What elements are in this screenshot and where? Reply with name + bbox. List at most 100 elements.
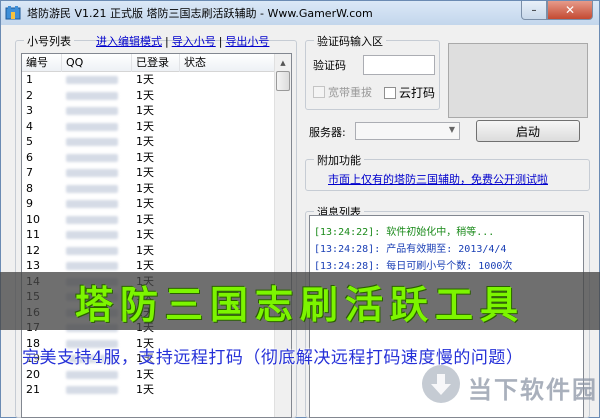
cell-no: 6 (26, 150, 33, 164)
column-header-no[interactable]: 编号 (22, 54, 62, 72)
checkbox-box (384, 86, 396, 99)
app-icon (5, 6, 21, 20)
cloud-captcha-label: 云打码 (399, 86, 436, 100)
message-line: [13:24:28]: 每日可刷小号个数: 1000次 (314, 261, 513, 272)
cell-qq (62, 196, 132, 212)
table-row[interactable]: 3 1天 (22, 103, 291, 119)
scroll-up-arrow-icon[interactable]: ▲ (275, 54, 291, 71)
server-select[interactable]: ▼ (355, 122, 460, 140)
table-row[interactable]: 6 1天 (22, 150, 291, 166)
edit-mode-link[interactable]: 进入编辑模式 (96, 35, 162, 48)
close-button[interactable]: ✕ (547, 1, 593, 20)
cell-no: 10 (26, 212, 40, 226)
cell-logged: 1天 (136, 73, 154, 86)
qq-redacted (66, 122, 118, 131)
cell-status (180, 196, 276, 212)
cell-logged: 1天 (136, 135, 154, 148)
cell-qq (62, 181, 132, 197)
qq-redacted (66, 370, 118, 379)
cell-status (180, 382, 276, 398)
wide-redial-label: 宽带重拔 (328, 86, 372, 99)
cell-no: 5 (26, 135, 33, 148)
title-bar[interactable]: 塔防游民 V1.21 正式版 塔防三国志刷活跃辅助 - Www.GamerW.c… (1, 1, 599, 25)
link-separator: | (218, 35, 223, 48)
minimize-button[interactable]: – (521, 1, 547, 20)
cell-qq (62, 103, 132, 119)
cell-logged: 1天 (136, 212, 154, 226)
window-title: 塔防游民 V1.21 正式版 塔防三国志刷活跃辅助 - Www.GamerW.c… (27, 7, 373, 20)
cell-status (180, 227, 276, 243)
table-row[interactable]: 2 1天 (22, 88, 291, 104)
column-header-qq[interactable]: QQ (62, 54, 132, 72)
table-row[interactable]: 8 1天 (22, 181, 291, 197)
cell-status (180, 212, 276, 228)
account-list-links: 进入编辑模式 | 导入小号 | 导出小号 (96, 33, 269, 49)
cell-qq (62, 227, 132, 243)
addon-group-title: 附加功能 (314, 152, 364, 168)
table-row[interactable]: 1 1天 (22, 72, 291, 88)
promo-banner: 塔防三国志刷活跃工具 (0, 272, 600, 330)
cell-no: 9 (26, 197, 33, 210)
cell-status (180, 243, 276, 259)
message-line: [13:24:22]: 软件初始化中，稍等... (314, 227, 495, 238)
cell-no: 4 (26, 119, 33, 133)
captcha-image (448, 43, 588, 118)
cell-status (180, 103, 276, 119)
table-row[interactable]: 10 1天 (22, 212, 291, 228)
column-header-status[interactable]: 状态 (180, 54, 276, 72)
chevron-down-icon: ▼ (448, 125, 455, 134)
message-line: [13:24:28]: 产品有效期至: 2013/4/4 (314, 244, 507, 255)
qq-redacted (66, 107, 118, 115)
table-row[interactable]: 20 1天 (22, 367, 291, 383)
qq-redacted (66, 215, 118, 224)
captcha-label: 验证码 (313, 59, 346, 72)
cell-no: 7 (26, 166, 33, 179)
scroll-thumb[interactable] (276, 71, 290, 91)
import-accounts-link[interactable]: 导入小号 (172, 35, 216, 48)
table-row[interactable]: 11 1天 (22, 227, 291, 243)
start-button[interactable]: 启动 (476, 120, 580, 142)
table-row[interactable]: 7 1天 (22, 165, 291, 181)
cell-status (180, 119, 276, 135)
qq-redacted (66, 91, 118, 100)
cell-status (180, 134, 276, 150)
cell-logged: 1天 (136, 166, 154, 179)
cell-qq (62, 382, 132, 398)
table-row[interactable]: 12 1天 (22, 243, 291, 259)
qq-redacted (66, 200, 118, 208)
cell-no: 3 (26, 104, 33, 117)
cell-logged: 1天 (136, 367, 154, 381)
checkbox-box (313, 86, 325, 98)
table-row[interactable]: 4 1天 (22, 119, 291, 135)
cell-status (180, 181, 276, 197)
cell-logged: 1天 (136, 150, 154, 164)
cell-qq (62, 367, 132, 383)
wide-redial-checkbox[interactable]: 宽带重拔 (313, 84, 372, 100)
table-row[interactable]: 9 1天 (22, 196, 291, 212)
link-separator: | (165, 35, 169, 48)
cell-status (180, 367, 276, 383)
table-row[interactable]: 5 1天 (22, 134, 291, 150)
table-row[interactable]: 21 1天 (22, 382, 291, 398)
promo-link[interactable]: 市面上仅有的塔防三国辅助，免费公开测试啦 (328, 171, 548, 187)
server-label: 服务器: (309, 126, 346, 139)
qq-redacted (66, 231, 118, 239)
qq-redacted (66, 246, 118, 255)
cell-qq (62, 72, 132, 88)
cell-logged: 1天 (136, 197, 154, 210)
cell-qq (62, 88, 132, 104)
cell-logged: 1天 (136, 104, 154, 117)
cloud-captcha-checkbox[interactable]: 云打码 (384, 84, 435, 101)
cell-logged: 1天 (136, 119, 154, 133)
qq-redacted (66, 386, 118, 394)
cell-status (180, 88, 276, 104)
cell-no: 20 (26, 367, 40, 381)
cell-logged: 1天 (136, 181, 154, 195)
table-header: 编号 QQ 已登录 状态 (22, 54, 291, 72)
column-header-logged[interactable]: 已登录 (132, 54, 180, 72)
export-accounts-link[interactable]: 导出小号 (225, 35, 269, 48)
captcha-input[interactable] (363, 55, 435, 75)
cell-no: 2 (26, 88, 33, 102)
cell-qq (62, 134, 132, 150)
banner-title: 塔防三国志刷活跃工具 (74, 281, 525, 327)
